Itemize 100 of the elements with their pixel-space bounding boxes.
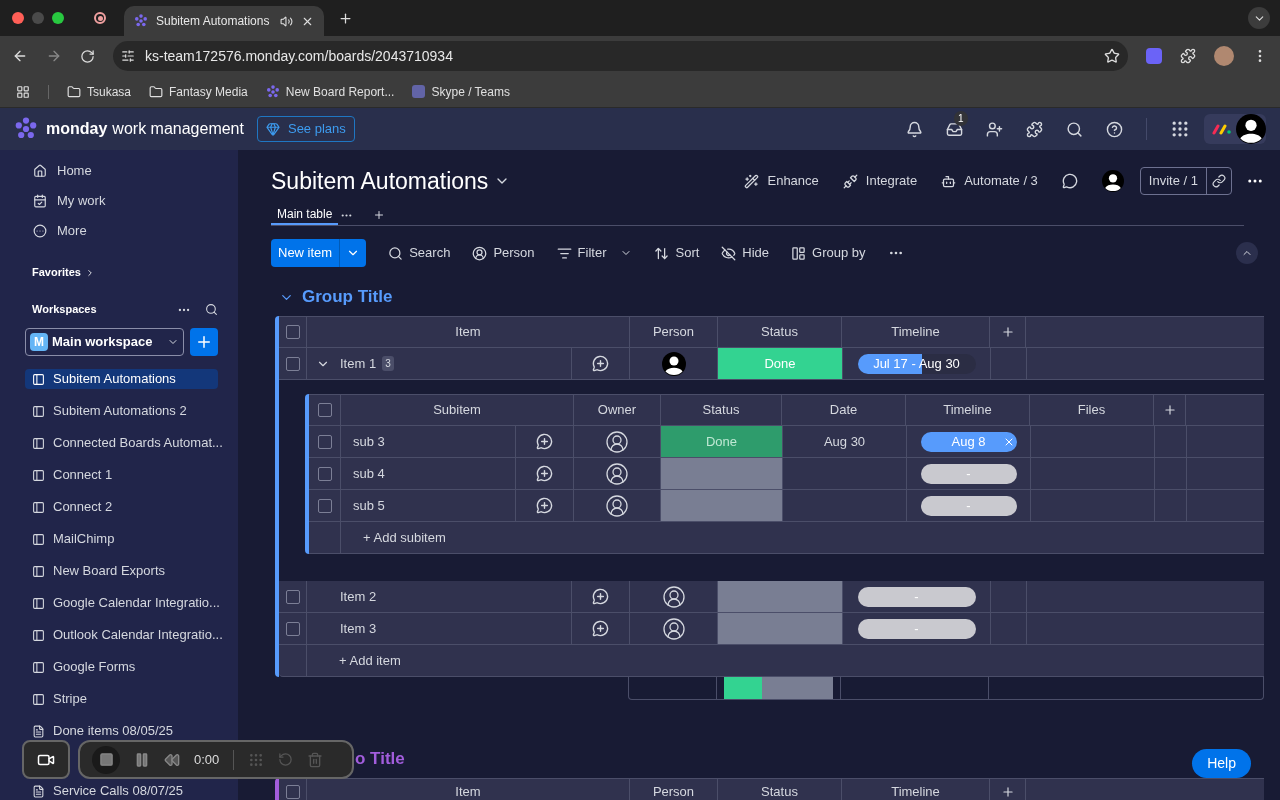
person-icon[interactable] — [605, 461, 629, 486]
search-icon[interactable] — [205, 303, 218, 316]
status-cell[interactable] — [661, 490, 782, 521]
checkbox[interactable] — [317, 498, 332, 513]
checkbox[interactable] — [317, 434, 332, 449]
add-update-icon[interactable] — [536, 465, 553, 482]
address-field[interactable]: ks-team172576.monday.com/boards/2043710934 — [113, 41, 1128, 71]
board-item[interactable]: Connect 1 — [25, 465, 218, 485]
favorites-header[interactable]: Favorites — [25, 264, 218, 281]
board-item[interactable]: Google Forms — [25, 657, 218, 677]
toolbar-button[interactable]: Person — [472, 243, 535, 263]
view-tab[interactable]: Main table — [271, 205, 339, 225]
nav-item[interactable]: More — [25, 216, 218, 246]
group-title[interactable]: o Title — [355, 746, 405, 772]
board-item[interactable]: Google Calendar Integratio... — [25, 593, 218, 613]
add-view-icon[interactable] — [373, 209, 386, 221]
status-cell[interactable] — [661, 458, 782, 489]
board-item[interactable]: Subitem Automations — [25, 369, 218, 389]
app-grid-icon[interactable] — [1170, 119, 1190, 139]
board-item[interactable]: MailChimp — [25, 529, 218, 549]
avatar-icon[interactable] — [1101, 170, 1124, 192]
board-item[interactable]: Connect 2 — [25, 497, 218, 517]
subitem-name[interactable]: sub 5 — [353, 495, 385, 516]
reload-icon[interactable] — [80, 48, 95, 64]
puzzle-icon[interactable] — [1026, 120, 1043, 138]
site-settings-icon[interactable] — [121, 49, 135, 63]
person-icon[interactable] — [605, 429, 629, 454]
add-subitem-button[interactable]: + Add subitem — [363, 527, 446, 548]
board-item[interactable]: Subitem Automations 2 — [25, 401, 218, 421]
new-item-button[interactable]: New item — [271, 239, 367, 267]
toolbar-button[interactable]: Enhance — [744, 171, 819, 191]
date-cell[interactable]: Aug 30 — [823, 431, 866, 452]
help-button[interactable]: Help — [1192, 749, 1251, 778]
browser-tab[interactable]: Subitem Automations — [124, 6, 324, 36]
stop-button[interactable] — [92, 745, 120, 774]
help-icon[interactable] — [1106, 120, 1123, 138]
toolbar-button[interactable]: Automate / 3 — [941, 171, 1038, 191]
add-button[interactable] — [190, 328, 218, 356]
invite-icon[interactable] — [986, 120, 1003, 138]
inbox-icon[interactable] — [946, 120, 963, 138]
tab-menu-button[interactable] — [1248, 7, 1270, 29]
extensions-icon[interactable] — [1180, 48, 1196, 64]
toolbar-button[interactable]: Sort — [654, 243, 700, 263]
add-update-icon[interactable] — [536, 433, 553, 450]
close-window-button[interactable] — [12, 12, 24, 24]
rewind-icon[interactable] — [164, 751, 180, 768]
bookmark[interactable]: New Board Report... — [265, 82, 395, 101]
toolbar-button[interactable]: Filter — [556, 243, 633, 263]
add-update-icon[interactable] — [536, 497, 553, 514]
camera-button[interactable] — [22, 740, 70, 779]
group-title[interactable]: Group Title — [302, 284, 393, 310]
checkbox[interactable] — [285, 621, 300, 636]
add-column-icon[interactable] — [1000, 325, 1015, 339]
checkbox[interactable] — [285, 785, 300, 799]
avatar-icon[interactable] — [661, 351, 686, 376]
add-column-icon[interactable] — [1162, 403, 1177, 417]
add-update-icon[interactable] — [592, 355, 609, 372]
checkbox[interactable] — [285, 589, 300, 604]
add-update-icon[interactable] — [592, 588, 609, 605]
person-icon[interactable] — [605, 493, 629, 518]
search-icon[interactable] — [1066, 120, 1083, 138]
workspace-selector[interactable]: M Main workspace — [25, 328, 184, 356]
see-plans-button[interactable]: See plans — [256, 116, 355, 142]
board-item[interactable]: Stripe — [25, 689, 218, 709]
add-update-icon[interactable] — [592, 620, 609, 637]
item-name[interactable]: Item 3 — [340, 618, 377, 639]
board-item[interactable]: New Board Exports — [25, 561, 218, 581]
apps-icon[interactable] — [16, 84, 30, 99]
item-name[interactable]: Item 1 — [340, 353, 377, 374]
bookmark[interactable]: Tsukasa — [67, 82, 132, 101]
nav-item[interactable]: My work — [25, 186, 218, 216]
new-tab-icon[interactable] — [338, 10, 353, 26]
bookmark[interactable]: Fantasy Media — [149, 82, 248, 101]
subitem-name[interactable]: sub 3 — [353, 431, 385, 452]
checkbox[interactable] — [285, 325, 300, 339]
back-icon[interactable] — [12, 48, 28, 64]
checkbox[interactable] — [317, 466, 332, 481]
add-column-icon[interactable] — [1000, 785, 1015, 799]
profile-avatar-icon[interactable] — [1214, 46, 1234, 66]
toolbar-button[interactable]: Hide — [721, 243, 770, 263]
pause-icon[interactable] — [134, 751, 150, 768]
comment-icon[interactable] — [1061, 173, 1078, 189]
restart-icon[interactable] — [278, 752, 294, 767]
checkbox[interactable] — [285, 356, 300, 371]
person-icon[interactable] — [661, 616, 686, 641]
board-title[interactable]: Subitem Automations — [271, 163, 489, 199]
board-item[interactable]: Service Calls 08/07/25 — [25, 782, 218, 800]
notifications-icon[interactable] — [906, 120, 923, 138]
bookmark-star-icon[interactable] — [1104, 48, 1120, 64]
toolbar-button[interactable]: Integrate — [842, 171, 918, 191]
maximize-window-button[interactable] — [52, 12, 64, 24]
board-item[interactable]: Done items 08/05/25 — [25, 721, 218, 741]
forward-icon[interactable] — [46, 48, 62, 64]
nav-item[interactable]: Home — [25, 156, 218, 186]
bookmark[interactable]: Skype / Teams — [412, 82, 510, 101]
avatar-icon[interactable] — [1236, 114, 1266, 144]
status-cell[interactable] — [718, 581, 842, 612]
status-cell[interactable] — [718, 613, 842, 644]
subitem-name[interactable]: sub 4 — [353, 463, 385, 484]
toolbar-button[interactable]: Search — [388, 243, 451, 263]
